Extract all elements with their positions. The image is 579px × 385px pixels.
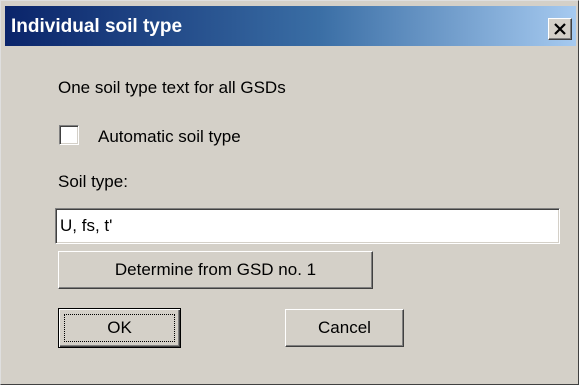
close-button[interactable] xyxy=(548,18,572,40)
soil-type-input[interactable] xyxy=(55,208,560,244)
window-title: Individual soil type xyxy=(11,16,183,37)
ok-button-label: OK xyxy=(107,318,132,337)
ok-button[interactable]: OK xyxy=(58,308,181,348)
title-bar[interactable]: Individual soil type xyxy=(5,6,576,46)
cancel-button[interactable]: Cancel xyxy=(285,309,404,347)
automatic-soil-type-label[interactable]: Automatic soil type xyxy=(98,127,241,147)
close-icon xyxy=(554,23,566,35)
determine-from-gsd-button[interactable]: Determine from GSD no. 1 xyxy=(58,251,373,289)
dialog-window: Individual soil type One soil type text … xyxy=(0,0,579,385)
soil-type-label: Soil type: xyxy=(58,172,128,191)
dialog-heading: One soil type text for all GSDs xyxy=(58,78,286,97)
automatic-soil-type-checkbox[interactable] xyxy=(59,125,79,145)
